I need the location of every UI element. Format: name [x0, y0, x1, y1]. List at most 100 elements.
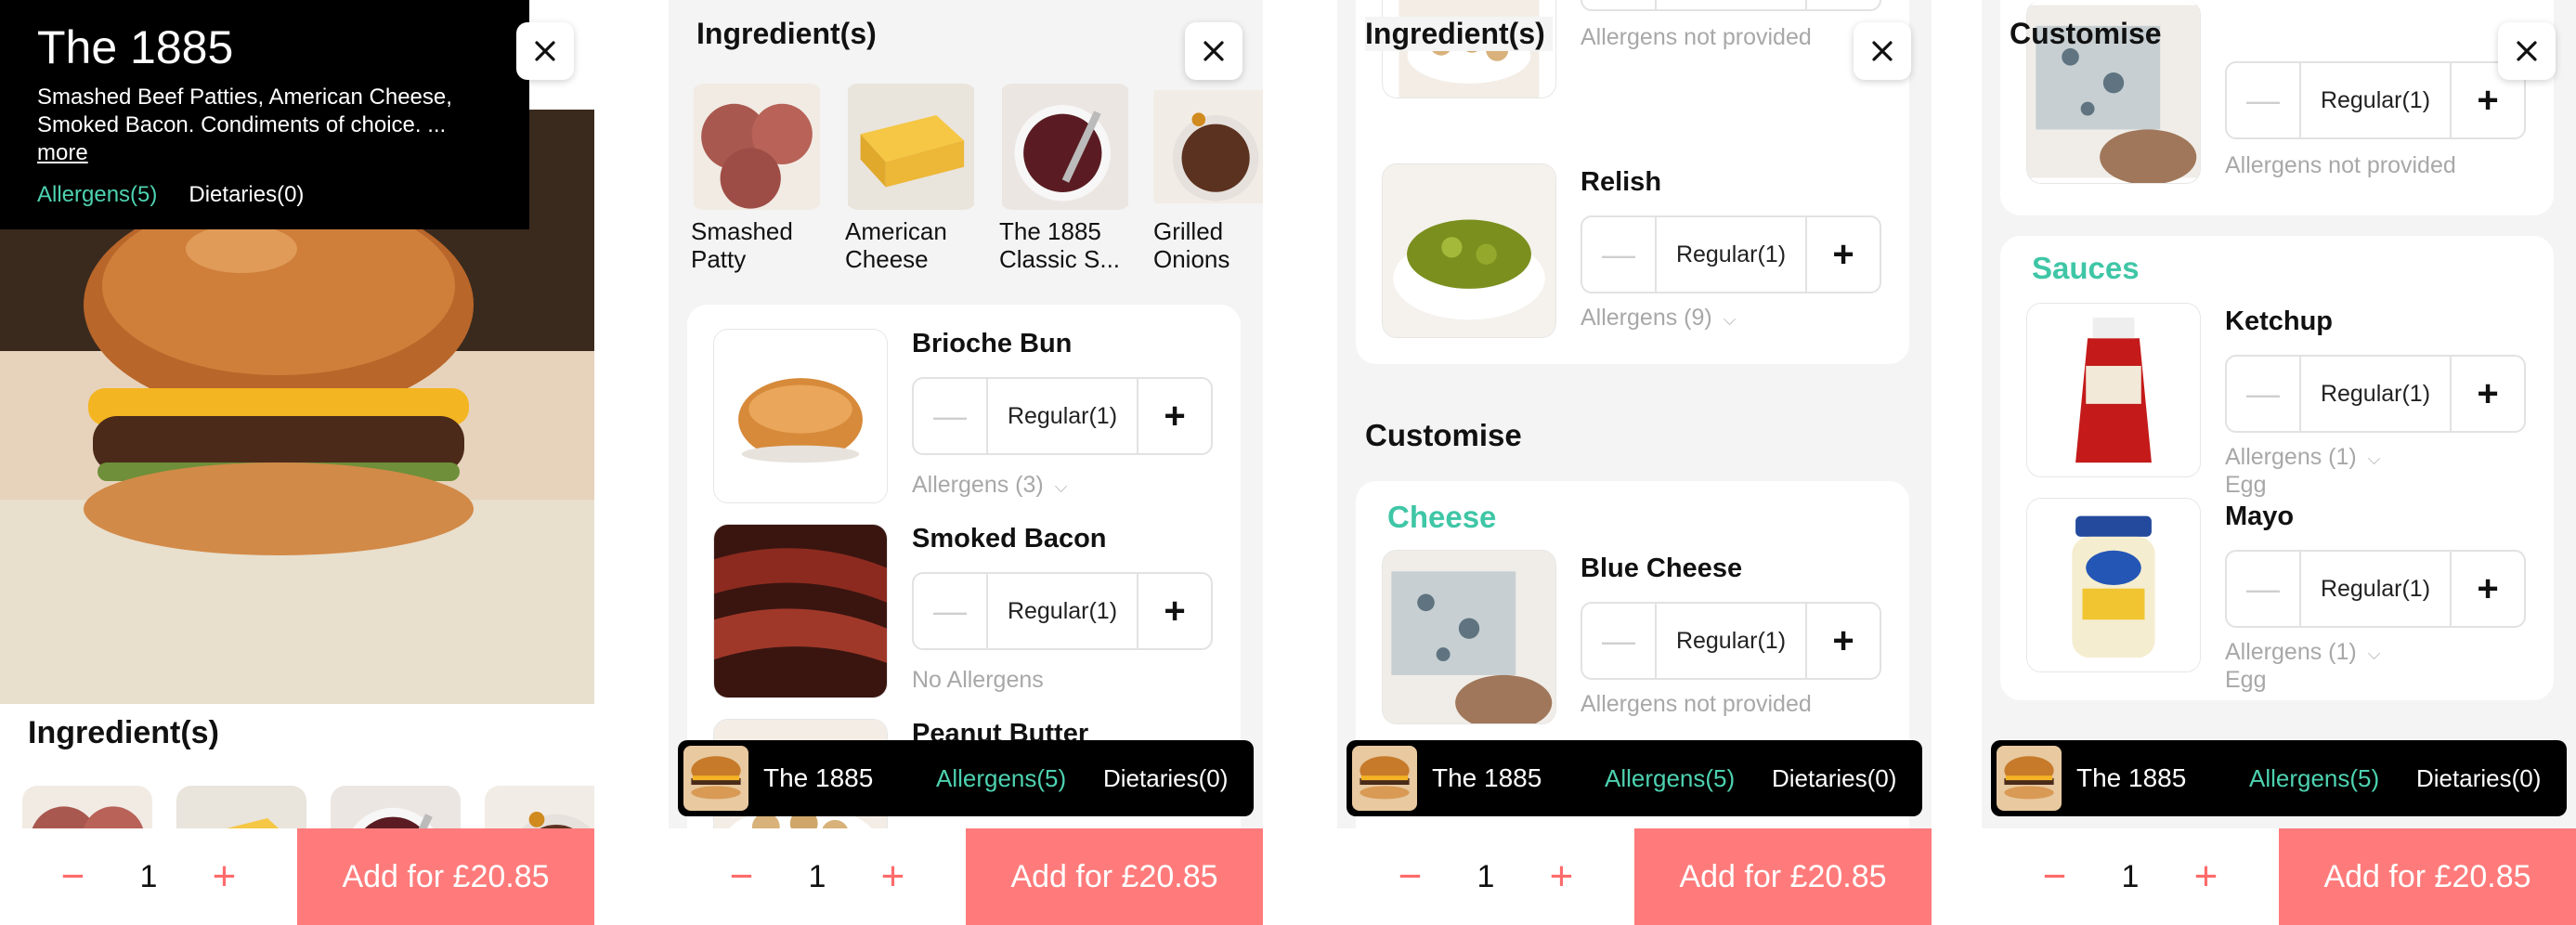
portion-value: Regular(1) — [1007, 597, 1118, 624]
ingredients-card: Allergens not provided Relish — Regular(… — [1356, 0, 1909, 364]
bar-dietaries-link[interactable]: Dietaries(0) — [2416, 764, 2541, 793]
burger-thumbnail — [683, 746, 748, 811]
increase-button[interactable]: + — [1137, 574, 1211, 648]
increase-button[interactable]: + — [1805, 217, 1880, 292]
ingredient-row-mayo: Mayo — Regular(1) + Allergens (1) ⌵ Egg — [2000, 498, 2554, 693]
decrease-button[interactable]: — — [1582, 604, 1657, 678]
increase-quantity-button[interactable]: + — [869, 853, 916, 900]
relish-image — [1382, 163, 1556, 338]
thumb-label: Grilled Onions — [1153, 217, 1230, 273]
product-description: Smashed Beef Patties, American Cheese, S… — [37, 85, 452, 137]
quantity-stepper: − 1 + — [0, 828, 297, 925]
order-bar: − 1 + Add for £20.85 — [1337, 828, 1932, 925]
decrease-button[interactable]: — — [2227, 63, 2301, 137]
allergens-toggle[interactable]: Allergens (9) ⌵ — [1581, 305, 1736, 332]
bar-product-name: The 1885 — [763, 763, 874, 792]
burger-thumbnail — [1352, 746, 1417, 811]
increase-quantity-button[interactable]: + — [1538, 853, 1584, 900]
quantity-stepper: − 1 + — [1337, 828, 1634, 925]
quantity-value: 1 — [1477, 858, 1495, 894]
portion-value: Regular(1) — [2320, 380, 2431, 407]
thumb-smashed-patty[interactable]: Smashed Patty — [691, 84, 823, 273]
ingredients-heading: Ingredient(s) — [1365, 17, 1553, 51]
product-title: The 1885 — [37, 21, 234, 73]
ingredient-stepper: — Regular(1) + — [2225, 550, 2526, 628]
ingredient-stepper — [1581, 0, 1881, 11]
bun-image — [713, 329, 888, 503]
decrease-button[interactable]: — — [2227, 357, 2301, 431]
ingredient-stepper: — Regular(1) + — [912, 377, 1213, 455]
order-bar: − 1 + Add for £20.85 — [1982, 828, 2576, 925]
quantity-stepper: − 1 + — [1982, 828, 2279, 925]
close-icon — [531, 37, 559, 65]
ingredient-name: Ketchup — [2225, 306, 2333, 336]
thumb-grilled-onions[interactable]: Grilled Onions — [1153, 84, 1263, 273]
close-button[interactable] — [1854, 22, 1911, 80]
quantity-stepper: − 1 + — [669, 828, 966, 925]
decrease-quantity-button[interactable]: − — [719, 853, 765, 900]
close-button[interactable] — [2498, 22, 2556, 80]
ingredient-row-ketchup: Ketchup — Regular(1) + Allergens (1) ⌵ Eg… — [2000, 303, 2554, 498]
portion-value: Regular(1) — [2320, 86, 2431, 113]
bar-dietaries-link[interactable]: Dietaries(0) — [1103, 764, 1228, 793]
allergens-toggle[interactable]: Allergens (1) ⌵ — [2225, 639, 2380, 666]
decrease-button[interactable]: — — [914, 574, 988, 648]
bar-allergens-link[interactable]: Allergens(5) — [1605, 764, 1772, 793]
order-bar: − 1 + Add for £20.85 — [0, 828, 594, 925]
allergen-detail: Egg — [2225, 472, 2267, 498]
increase-button[interactable] — [1805, 0, 1880, 9]
ingredient-name: Brioche Bun — [912, 329, 1073, 358]
customise-heading: Customise — [1365, 418, 1522, 452]
increase-button[interactable]: + — [1137, 379, 1211, 453]
decrease-button[interactable]: — — [2227, 552, 2301, 626]
product-tags: Allergens(5) Dietaries(0) — [37, 182, 492, 208]
dietaries-link[interactable]: Dietaries(0) — [189, 182, 304, 208]
thumb-label: Smashed Patty — [691, 217, 793, 273]
chevron-down-icon: ⌵ — [1723, 310, 1737, 329]
sauce-image — [999, 84, 1131, 210]
ingredient-row-relish: Relish — Regular(1) + Allergens (9) ⌵ — [1356, 163, 1909, 349]
decrease-button[interactable] — [1582, 0, 1657, 9]
ingredients-panel: Ingredient(s) Smashed Patty American Chees… — [669, 0, 1263, 925]
close-button[interactable] — [1185, 22, 1242, 80]
increase-quantity-button[interactable]: + — [201, 853, 247, 900]
add-to-order-button[interactable]: Add for £20.85 — [1634, 828, 1932, 925]
sauces-card: Sauces Ketchup — Regular(1) + Allergens … — [2000, 236, 2554, 700]
thumb-label: American Cheese — [845, 217, 947, 273]
ingredients-customise-panel: Allergens not provided Relish — Regular(… — [1337, 0, 1932, 925]
product-summary-bar: The 1885 Allergens(5) Dietaries(0) — [1347, 740, 1922, 816]
decrease-quantity-button[interactable]: − — [1387, 853, 1434, 900]
product-overview-panel: The 1885 Smashed Beef Patties, American … — [0, 0, 594, 925]
ingredients-heading: Ingredient(s) — [696, 17, 877, 50]
bar-allergens-link[interactable]: Allergens(5) — [2249, 764, 2416, 793]
bar-dietaries-link[interactable]: Dietaries(0) — [1772, 764, 1896, 793]
increase-button[interactable]: + — [2450, 357, 2524, 431]
allergens-toggle[interactable]: Allergens (1) ⌵ — [2225, 444, 2380, 471]
bar-allergens-link[interactable]: Allergens(5) — [936, 764, 1103, 793]
decrease-quantity-button[interactable]: − — [2032, 853, 2078, 900]
ingredient-row-blue-cheese: Blue Cheese — Regular(1) + Allergens not… — [1356, 550, 1909, 736]
ingredient-stepper: — Regular(1) + — [2225, 61, 2526, 139]
add-to-order-button[interactable]: Add for £20.85 — [297, 828, 594, 925]
more-link[interactable]: more — [37, 139, 492, 167]
decrease-quantity-button[interactable]: − — [50, 853, 97, 900]
ingredient-stepper: — Regular(1) + — [912, 572, 1213, 650]
chevron-down-icon: ⌵ — [2367, 449, 2381, 468]
burger-thumbnail — [1997, 746, 2062, 811]
decrease-button[interactable]: — — [914, 379, 988, 453]
allergens-toggle[interactable]: Allergens (3) ⌵ — [912, 472, 1067, 499]
customise-panel: — Regular(1) + Allergens not provided Cu… — [1982, 0, 2576, 925]
thumb-american-cheese[interactable]: American Cheese — [845, 84, 977, 273]
ingredient-name: Relish — [1581, 167, 1662, 197]
increase-button[interactable]: + — [1805, 604, 1880, 678]
chevron-down-icon: ⌵ — [1054, 477, 1068, 496]
quantity-value: 1 — [808, 858, 826, 894]
add-to-order-button[interactable]: Add for £20.85 — [2279, 828, 2576, 925]
allergens-link[interactable]: Allergens(5) — [37, 182, 157, 208]
increase-button[interactable]: + — [2450, 552, 2524, 626]
decrease-button[interactable]: — — [1582, 217, 1657, 292]
add-to-order-button[interactable]: Add for £20.85 — [966, 828, 1263, 925]
close-button[interactable] — [516, 22, 574, 80]
increase-quantity-button[interactable]: + — [2182, 853, 2229, 900]
thumb-classic-sauce[interactable]: The 1885 Classic S... — [999, 84, 1131, 273]
